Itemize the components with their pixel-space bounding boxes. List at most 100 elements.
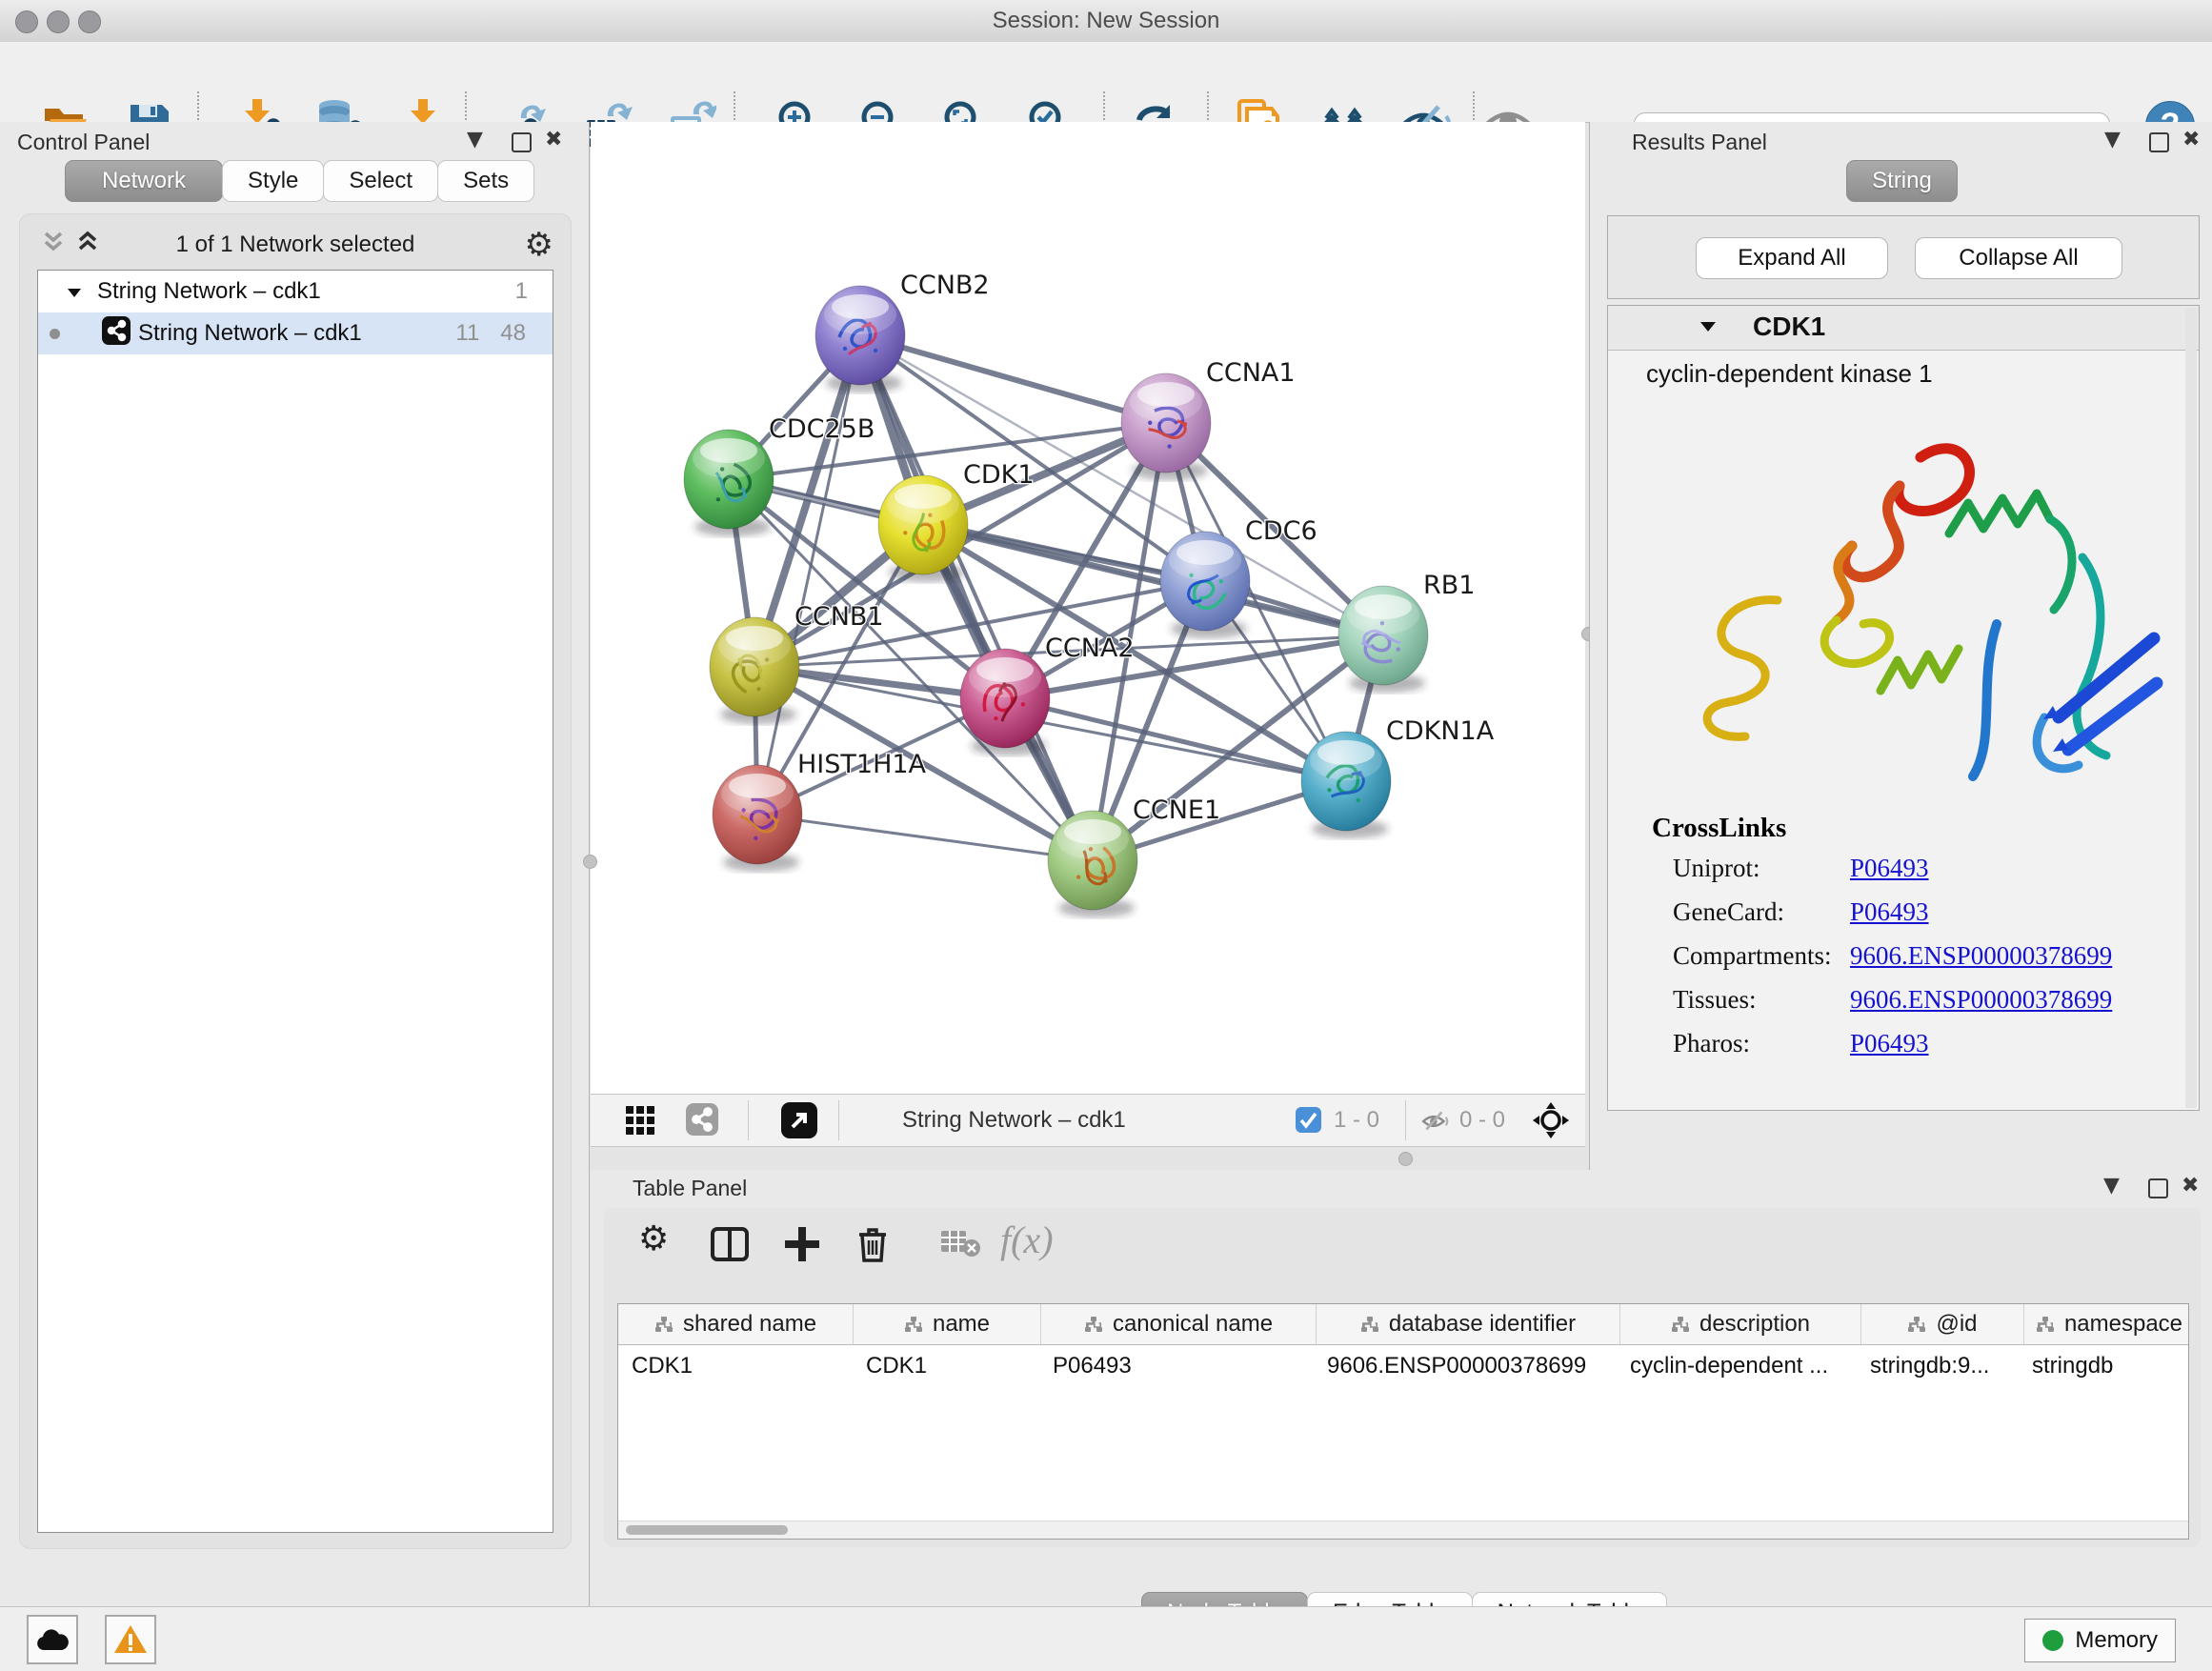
- warnings-button[interactable]: [105, 1615, 156, 1664]
- table-cell[interactable]: stringdb:9...: [1857, 1345, 2019, 1387]
- table-cell[interactable]: cyclin-dependent ...: [1617, 1345, 1857, 1387]
- table-panel-title: Table Panel: [633, 1176, 747, 1201]
- control-panel-tabs: NetworkStyleSelectSets: [65, 160, 533, 202]
- column-header--id[interactable]: @id: [1861, 1304, 2024, 1344]
- crosslink-link[interactable]: P06493: [1850, 854, 1929, 882]
- selected-checkbox-icon[interactable]: [1296, 1107, 1321, 1137]
- warning-icon: [113, 1624, 148, 1655]
- table-gear-icon[interactable]: ⚙: [638, 1219, 669, 1258]
- grid-view-icon[interactable]: [625, 1105, 655, 1140]
- gear-icon[interactable]: ⚙: [525, 226, 553, 264]
- crosslinks-block: CrossLinks Uniprot:P06493GeneCard:P06493…: [1652, 813, 2180, 1073]
- expand-all-button[interactable]: Expand All: [1696, 237, 1888, 279]
- table-cell[interactable]: P06493: [1039, 1345, 1314, 1387]
- crosslink-link[interactable]: P06493: [1850, 897, 1929, 926]
- scrollbar-thumb[interactable]: [626, 1525, 788, 1535]
- panel-menu-icon[interactable]: ▼: [2104, 128, 2121, 151]
- table-cell[interactable]: CDK1: [618, 1345, 853, 1387]
- hidden-eye-slash-icon[interactable]: [1421, 1107, 1450, 1140]
- panel-float-icon[interactable]: [512, 132, 532, 152]
- table-cell[interactable]: 9606.ENSP00000378699: [1314, 1345, 1617, 1387]
- control-panel: Control Panel ▼ ✖ NetworkStyleSelectSets…: [0, 122, 590, 1606]
- delete-column-icon[interactable]: [854, 1225, 892, 1268]
- tab-network[interactable]: Network: [65, 160, 223, 202]
- show-columns-icon[interactable]: [711, 1225, 749, 1268]
- column-header-shared-name[interactable]: shared name: [618, 1304, 854, 1344]
- tab-style[interactable]: Style: [222, 160, 324, 202]
- tab-sets[interactable]: Sets: [437, 160, 534, 202]
- table-row[interactable]: CDK1CDK1P064939606.ENSP00000378699cyclin…: [618, 1345, 2188, 1387]
- gene-section-header[interactable]: CDK1: [1608, 306, 2199, 351]
- network-node-CCNA2[interactable]: [960, 649, 1050, 755]
- panel-float-icon[interactable]: [2149, 132, 2169, 152]
- network-row-selected[interactable]: String Network – cdk1 11 48: [38, 312, 553, 354]
- crosslink-row: Uniprot:P06493: [1652, 854, 2180, 897]
- node-label-CCNE1: CCNE1: [1133, 795, 1220, 825]
- node-label-CDK1: CDK1: [963, 460, 1035, 490]
- gene-description: cyclin-dependent kinase 1: [1646, 359, 1933, 389]
- network-node-CDC6[interactable]: [1160, 532, 1250, 638]
- column-header-canonical-name[interactable]: canonical name: [1041, 1304, 1317, 1344]
- network-collection-row[interactable]: String Network – cdk1 1: [38, 271, 553, 312]
- open-in-window-icon[interactable]: [781, 1102, 817, 1143]
- collapse-triangle-icon[interactable]: [67, 278, 82, 305]
- table-cell[interactable]: stringdb: [2019, 1345, 2188, 1387]
- fit-selection-crosshair-icon[interactable]: [1532, 1101, 1570, 1144]
- network-node-CCNA1[interactable]: [1121, 373, 1211, 480]
- network-node-CDK1[interactable]: [878, 475, 968, 582]
- network-node-CDC25B[interactable]: [684, 430, 774, 536]
- table-cell[interactable]: CDK1: [853, 1345, 1039, 1387]
- network-node-CDKN1A[interactable]: [1301, 732, 1391, 838]
- tab-select[interactable]: Select: [323, 160, 438, 202]
- window-title: Session: New Session: [0, 8, 2212, 34]
- network-list-header: 1 of 1 Network selected ⚙: [20, 226, 571, 264]
- network-node-CCNB1[interactable]: [710, 617, 799, 724]
- add-column-icon[interactable]: [783, 1225, 821, 1268]
- network-view-canvas[interactable]: CCNB2CCNA1CDC25BCDK1CDC6RB1CCNB1CCNA2CDK…: [591, 122, 1585, 1094]
- column-header-database-identifier[interactable]: database identifier: [1317, 1304, 1620, 1344]
- crosslink-label: Uniprot:: [1652, 854, 1850, 883]
- crosslink-link[interactable]: 9606.ENSP00000378699: [1850, 941, 2112, 970]
- collapse-all-button[interactable]: Collapse All: [1915, 237, 2122, 279]
- network-node-CCNE1[interactable]: [1048, 811, 1137, 917]
- column-header-description[interactable]: description: [1620, 1304, 1861, 1344]
- network-badge-gray-icon[interactable]: [686, 1103, 718, 1140]
- crosslink-link[interactable]: P06493: [1850, 1029, 1929, 1057]
- panel-menu-icon[interactable]: ▼: [2103, 1174, 2120, 1198]
- memory-button[interactable]: Memory: [2024, 1619, 2176, 1662]
- hidden-count: 0 - 0: [1459, 1107, 1505, 1134]
- network-node-RB1[interactable]: [1338, 586, 1428, 693]
- panel-close-icon[interactable]: ✖: [545, 128, 562, 151]
- toolbar-separator: [1405, 1100, 1406, 1140]
- bottom-splitter-handle[interactable]: [1398, 1152, 1413, 1166]
- protein-structure-image: [1635, 405, 2168, 800]
- cloud-icon: [35, 1627, 70, 1652]
- column-header-namespace[interactable]: namespace: [2024, 1304, 2189, 1344]
- crosslink-label: GeneCard:: [1652, 897, 1850, 927]
- status-bar: Memory: [0, 1606, 2212, 1671]
- network-node-HIST1H1A[interactable]: [713, 765, 802, 872]
- table-header-row: shared namenamecanonical namedatabase id…: [618, 1304, 2188, 1345]
- title-bar: Session: New Session: [0, 0, 2212, 43]
- network-list: String Network – cdk1 1 String Network –…: [37, 270, 553, 1533]
- crosslink-row: GeneCard:P06493: [1652, 897, 2180, 941]
- clear-table-icon-disabled: [939, 1225, 981, 1264]
- panel-close-icon[interactable]: ✖: [2182, 1174, 2199, 1198]
- panel-close-icon[interactable]: ✖: [2182, 128, 2200, 151]
- panel-float-icon[interactable]: [2148, 1178, 2168, 1198]
- tab-string[interactable]: String: [1846, 160, 1958, 202]
- network-node-CCNB2[interactable]: [815, 286, 905, 393]
- collection-count: 1: [515, 278, 528, 305]
- collapse-triangle-icon[interactable]: [1699, 320, 1717, 337]
- toolbar-separator: [748, 1100, 749, 1140]
- memory-label: Memory: [2075, 1627, 2158, 1654]
- node-label-CCNB2: CCNB2: [900, 271, 990, 300]
- panel-menu-icon[interactable]: ▼: [467, 128, 483, 151]
- results-scrollbar[interactable]: [2185, 308, 2197, 1108]
- cloud-button[interactable]: [27, 1615, 78, 1664]
- crosslink-link[interactable]: 9606.ENSP00000378699: [1850, 985, 2112, 1014]
- column-header-name[interactable]: name: [854, 1304, 1041, 1344]
- main-toolbar: ?: [0, 42, 2212, 123]
- left-splitter-handle[interactable]: [583, 855, 597, 869]
- table-panel: Table Panel ▼ ✖ ⚙ f(x) shared namenameca…: [591, 1170, 2212, 1606]
